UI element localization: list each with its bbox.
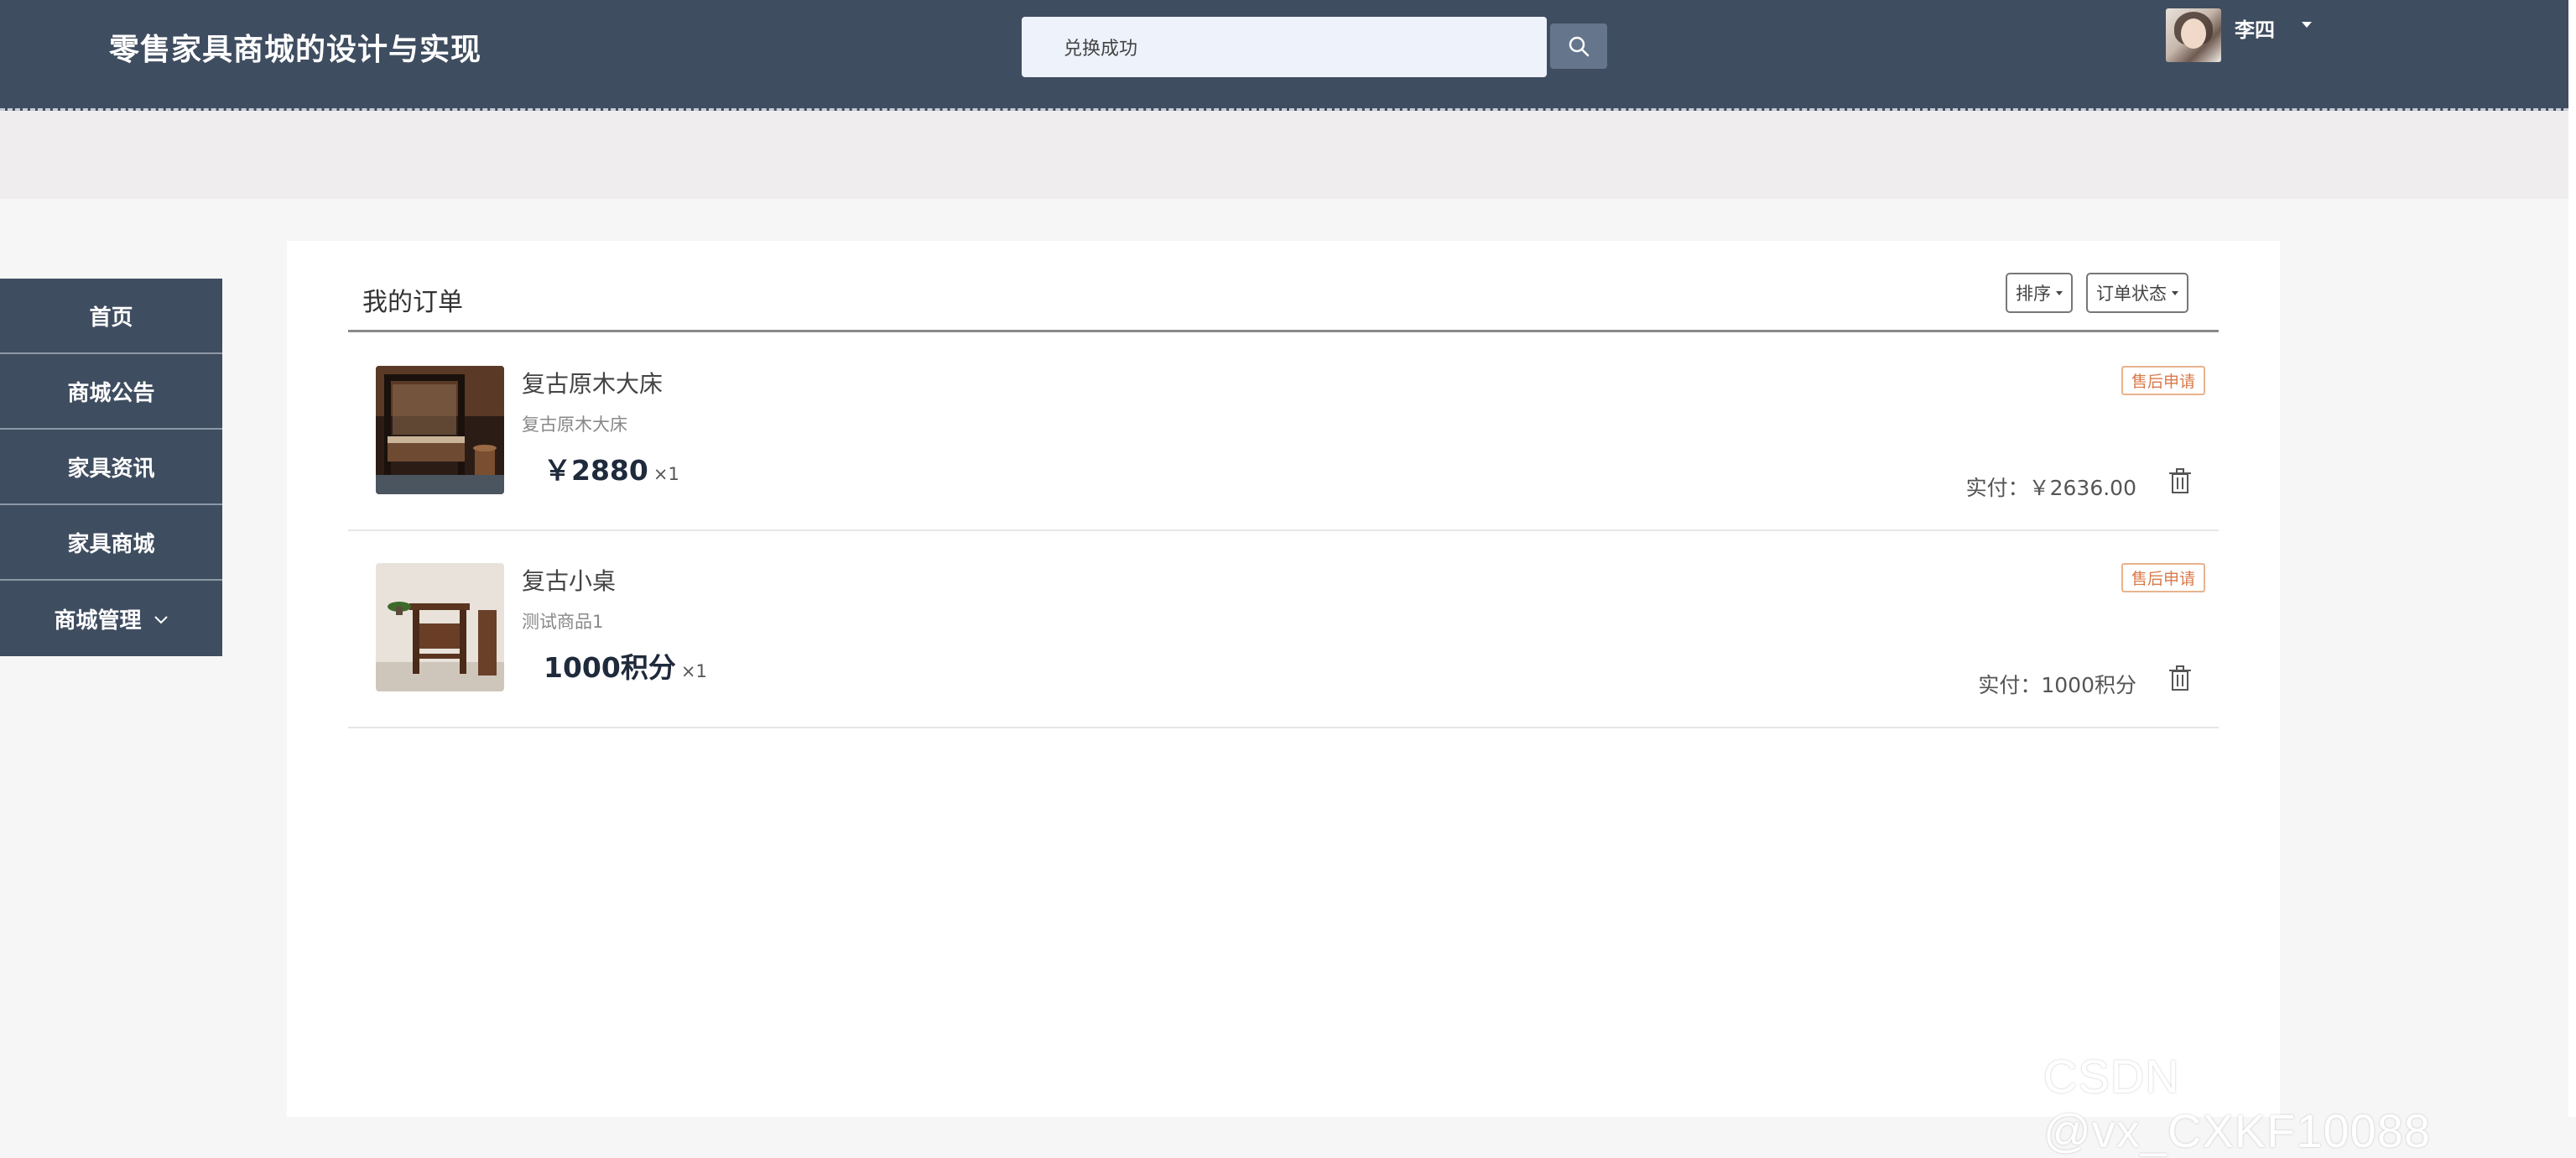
- after-sale-button[interactable]: 售后申请: [2121, 563, 2205, 592]
- site-title: 零售家具商城的设计与实现: [109, 33, 482, 67]
- orders-panel: 我的订单 排序 订单状态 复古原木大床 复古原木大床 ￥2880 ×1 售后申请…: [287, 241, 2280, 1117]
- paid-amount: 实付：￥2636.00: [1965, 476, 2136, 500]
- product-image-table[interactable]: [376, 563, 504, 691]
- product-description: 测试商品1: [522, 612, 604, 632]
- sidebar-item-home[interactable]: 首页: [0, 279, 222, 354]
- after-sale-button[interactable]: 售后申请: [2121, 366, 2205, 395]
- user-menu-caret-icon[interactable]: [2302, 22, 2312, 28]
- sidebar-item-furniture-mall[interactable]: 家具商城: [0, 505, 222, 581]
- product-name[interactable]: 复古原木大床: [522, 366, 663, 399]
- sidebar-nav: 首页 商城公告 家具资讯 家具商城 商城管理: [0, 279, 222, 656]
- quantity: ×1: [680, 661, 707, 681]
- product-name[interactable]: 复古小桌: [522, 563, 616, 597]
- search-icon: [1569, 36, 1590, 57]
- paid-amount: 实付：1000积分: [1978, 673, 2136, 697]
- avatar-face: [2181, 18, 2206, 49]
- user-avatar[interactable]: [2166, 8, 2221, 62]
- product-image-bed[interactable]: [376, 366, 504, 494]
- top-header: 零售家具商城的设计与实现 李四: [0, 0, 2576, 111]
- header-band: [0, 111, 2576, 199]
- search-button[interactable]: [1550, 23, 1607, 69]
- product-description: 复古原木大床: [522, 415, 627, 435]
- sort-dropdown[interactable]: 排序: [2006, 273, 2073, 313]
- order-item: 复古原木大床 复古原木大床 ￥2880 ×1 售后申请 实付：￥2636.00: [348, 332, 2219, 531]
- sidebar-item-label: 家具商城: [67, 531, 155, 557]
- search-input[interactable]: [1022, 17, 1547, 77]
- page-title: 我的订单: [362, 288, 463, 317]
- sidebar-item-label: 家具资讯: [67, 456, 155, 482]
- price-value: 1000积分: [544, 651, 676, 684]
- sidebar-item-label: 商城公告: [67, 380, 155, 406]
- chevron-down-icon: [154, 606, 169, 631]
- order-status-dropdown[interactable]: 订单状态: [2086, 273, 2188, 313]
- order-item: 复古小桌 测试商品1 1000积分 ×1 售后申请 实付：1000积分: [348, 529, 2219, 728]
- sidebar-item-label: 商城管理: [54, 608, 142, 634]
- username[interactable]: 李四: [2235, 13, 2275, 43]
- caret-down-icon: [2056, 290, 2063, 295]
- trash-icon[interactable]: [2167, 664, 2194, 692]
- sidebar-item-label: 首页: [89, 305, 133, 331]
- sort-dropdown-label: 排序: [2016, 284, 2051, 304]
- price-value: ￥2880: [544, 454, 648, 487]
- order-status-dropdown-label: 订单状态: [2096, 284, 2167, 304]
- caret-down-icon: [2172, 290, 2178, 295]
- product-price: 1000积分 ×1: [544, 645, 707, 686]
- trash-icon[interactable]: [2167, 467, 2194, 495]
- sidebar-item-announcements[interactable]: 商城公告: [0, 354, 222, 430]
- watermark: CSDN @vx_CXKF10088: [2043, 1050, 2432, 1157]
- product-price: ￥2880 ×1: [544, 448, 679, 488]
- quantity: ×1: [653, 464, 679, 484]
- sidebar-item-furniture-news[interactable]: 家具资讯: [0, 430, 222, 505]
- scrollbar-track[interactable]: [2568, 0, 2576, 1117]
- sidebar-item-mall-management[interactable]: 商城管理: [0, 581, 222, 656]
